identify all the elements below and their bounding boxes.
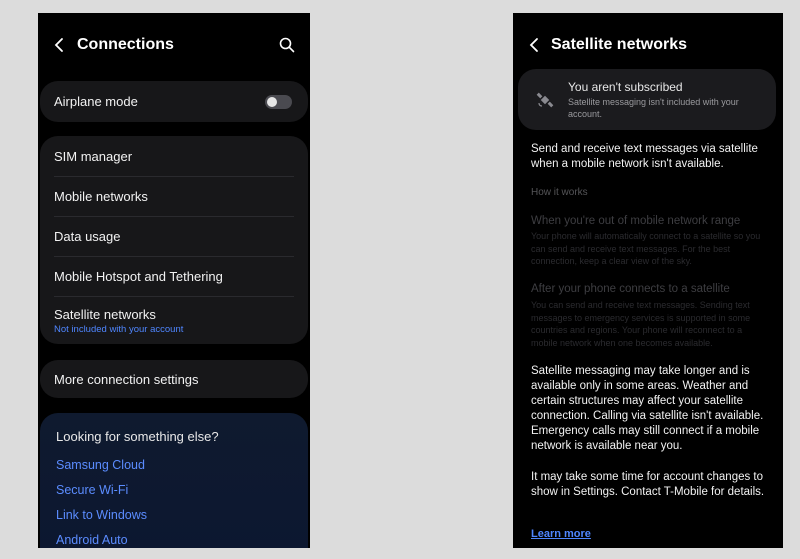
- link-android-auto[interactable]: Android Auto: [56, 533, 128, 547]
- airplane-mode-label: Airplane mode: [54, 94, 138, 109]
- more-connection-settings-card[interactable]: More connection settings: [40, 360, 308, 398]
- step2-text: You can send and receive text messages. …: [531, 300, 751, 348]
- divider: [54, 216, 294, 217]
- step2-title: After your phone connects to a satellite: [531, 283, 730, 295]
- link-secure-wifi[interactable]: Secure Wi-Fi: [56, 483, 128, 497]
- item-data-usage[interactable]: Data usage: [54, 229, 294, 244]
- step1-title: When you're out of mobile network range: [531, 215, 741, 227]
- page-title: Connections: [77, 36, 174, 53]
- item-satellite-networks[interactable]: Satellite networks: [54, 307, 294, 322]
- header: Connections: [38, 13, 310, 73]
- search-icon[interactable]: [279, 37, 295, 53]
- sidebar-item-sim-manager[interactable]: SIM manager: [54, 149, 294, 164]
- divider: [54, 176, 294, 177]
- satellite-icon: [536, 92, 554, 108]
- link-to-windows[interactable]: Link to Windows: [56, 508, 147, 522]
- connections-screen: Connections Airplane mode SIM manager Mo…: [38, 13, 310, 548]
- page-title: Satellite networks: [551, 36, 688, 53]
- more-connection-settings-label: More connection settings: [54, 372, 199, 387]
- back-arrow-icon[interactable]: [52, 37, 66, 53]
- help-suggestions-card: Looking for something else? Samsung Clou…: [40, 413, 308, 548]
- airplane-mode-card[interactable]: Airplane mode: [40, 81, 308, 122]
- satellite-limitations-note: Satellite messaging may take longer and …: [531, 365, 764, 452]
- airplane-mode-toggle[interactable]: [265, 95, 292, 109]
- header: Satellite networks: [513, 13, 783, 73]
- help-heading: Looking for something else?: [56, 429, 219, 444]
- divider: [54, 296, 294, 297]
- subscription-status-card: You aren't subscribed Satellite messagin…: [518, 69, 776, 130]
- account-changes-note: It may take some time for account change…: [531, 471, 765, 498]
- item-mobile-hotspot[interactable]: Mobile Hotspot and Tethering: [54, 269, 294, 284]
- divider: [54, 256, 294, 257]
- step1-text: Your phone will automatically connect to…: [531, 231, 761, 266]
- satellite-networks-screen: Satellite networks You aren't subscribed…: [513, 13, 783, 548]
- item-mobile-networks[interactable]: Mobile networks: [54, 189, 294, 204]
- back-arrow-icon[interactable]: [527, 37, 541, 53]
- how-it-works-heading: How it works: [531, 187, 588, 198]
- connections-group: SIM manager Mobile networks Data usage M…: [40, 136, 308, 344]
- status-title: You aren't subscribed: [568, 80, 683, 94]
- intro-text: Send and receive text messages via satel…: [531, 143, 758, 170]
- satellite-status-subtitle: Not included with your account: [54, 324, 184, 335]
- learn-more-link[interactable]: Learn more: [531, 528, 591, 540]
- link-samsung-cloud[interactable]: Samsung Cloud: [56, 458, 145, 472]
- status-text: Satellite messaging isn't included with …: [568, 97, 739, 119]
